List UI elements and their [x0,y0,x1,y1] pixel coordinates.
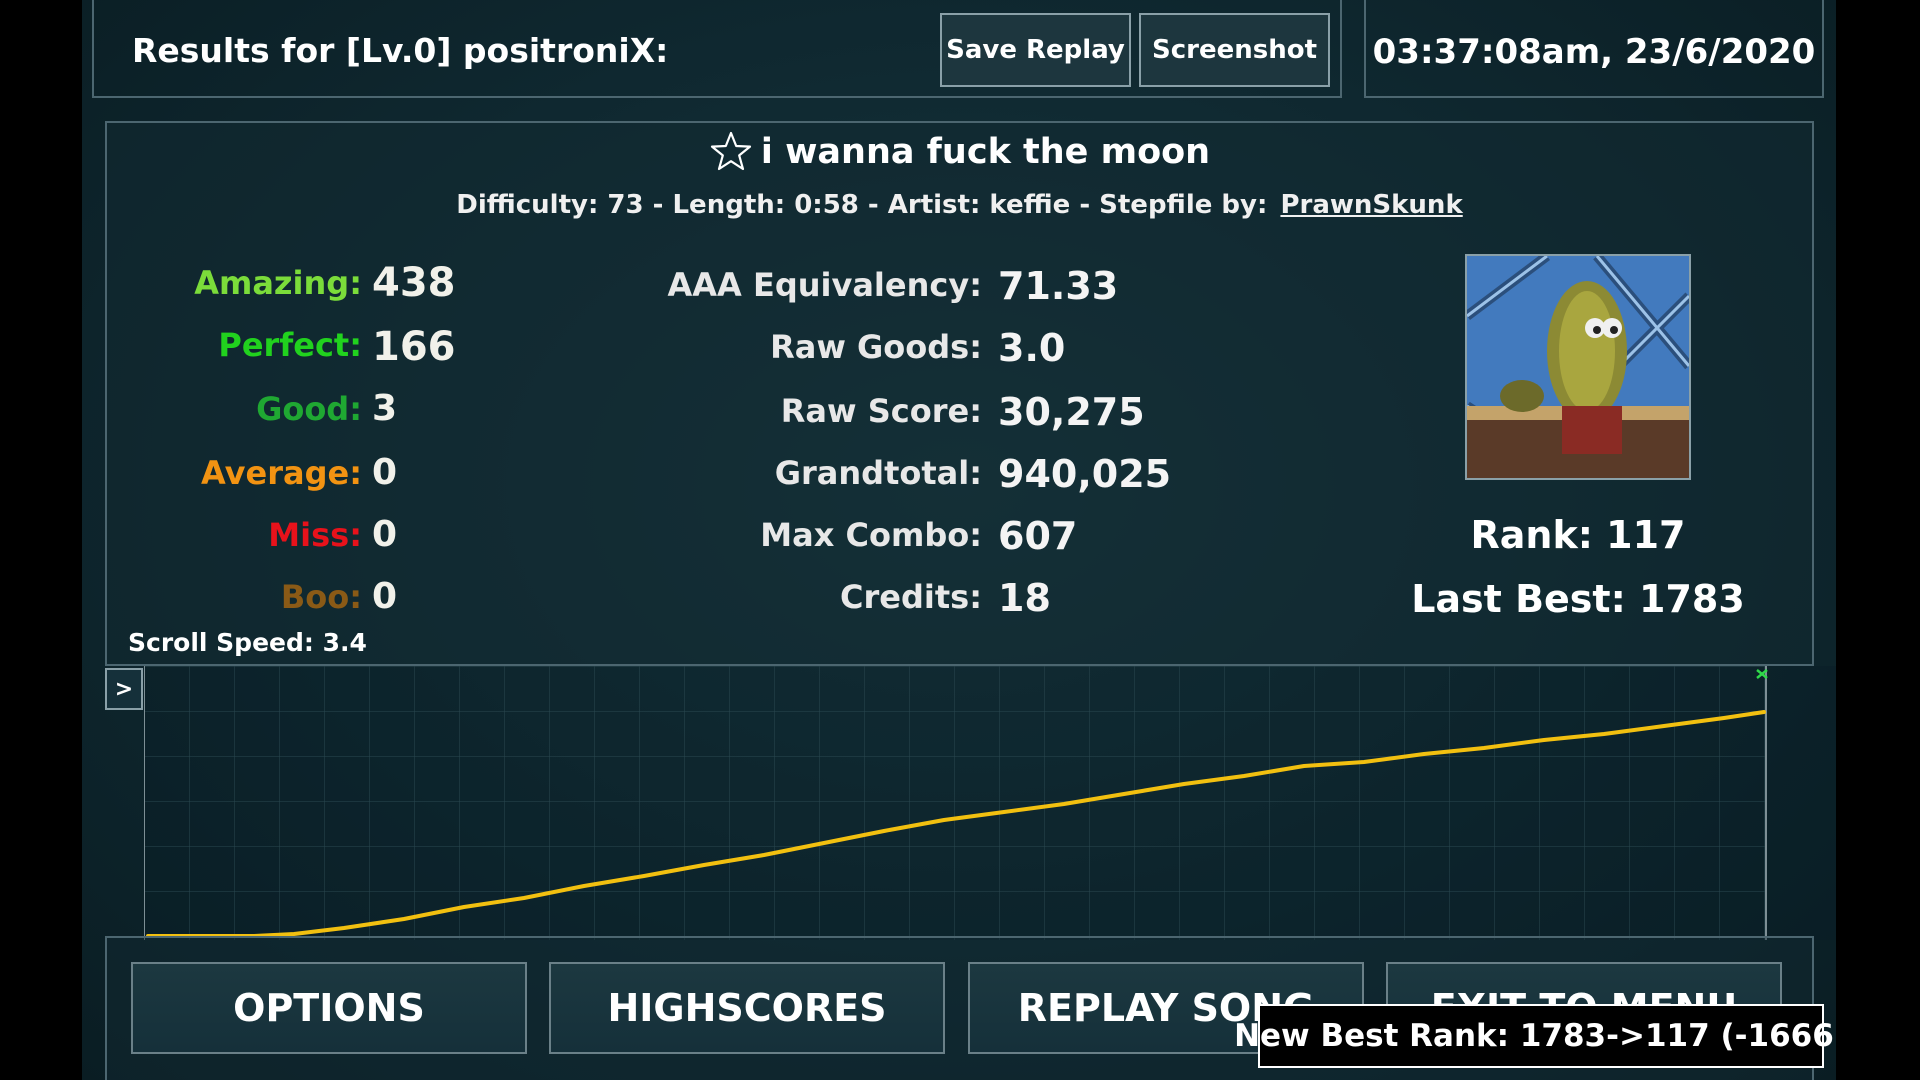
results-screen: Results for [Lv.0] positroniX: Save Repl… [82,0,1836,1080]
boo-value: 0 [372,576,398,617]
graph-toggle-button[interactable]: > [105,668,143,710]
last-best-text: Last Best: 1783 [1411,577,1745,621]
perfect-value: 166 [372,324,456,370]
aaa-equivalency-label: AAA Equivalency: [667,266,982,304]
amazing-value: 438 [372,260,456,306]
boo-label: Boo: [280,578,362,616]
stepfile-author-link[interactable]: PrawnSkunk [1280,190,1462,220]
perfect-label: Perfect: [218,326,362,364]
raw-score-label: Raw Score: [780,392,982,430]
average-label: Average: [201,454,362,492]
average-value: 0 [372,452,398,493]
grandtotal-value: 940,025 [998,452,1172,496]
max-combo-label: Max Combo: [760,516,982,554]
max-combo-value: 607 [998,514,1078,558]
star-outline-icon[interactable] [709,130,753,174]
avatar-image [1467,256,1689,478]
credits-label: Credits: [840,578,982,616]
song-title: i wanna fuck the moon [760,132,1211,172]
screenshot-button[interactable]: Screenshot [1139,13,1330,87]
raw-score-value: 30,275 [998,390,1145,434]
rank-text: Rank: 117 [1470,513,1686,557]
miss-label: Miss: [268,516,362,554]
song-title-row: i wanna fuck the moon [105,130,1814,174]
good-label: Good: [256,390,362,428]
song-meta: Difficulty: 73 - Length: 0:58 - Artist: … [456,190,1268,220]
aaa-equivalency-value: 71.33 [998,264,1119,308]
raw-goods-label: Raw Goods: [770,328,982,366]
amazing-label: Amazing: [194,264,362,302]
grandtotal-label: Grandtotal: [774,454,982,492]
highscores-button[interactable]: HIGHSCORES [549,962,945,1054]
timestamp: 03:37:08am, 23/6/2020 [1372,32,1816,72]
raw-goods-value: 3.0 [998,326,1066,370]
avatar[interactable] [1465,254,1691,480]
scroll-speed: Scroll Speed: 3.4 [128,628,367,657]
good-value: 3 [372,388,398,429]
accuracy-graph [144,666,1836,940]
song-meta-row: Difficulty: 73 - Length: 0:58 - Artist: … [105,190,1814,220]
stats-list: AAA Equivalency: 71.33 Raw Goods: 3.0 Ra… [582,262,1282,642]
new-best-rank-toast: New Best Rank: 1783->117 (-1666) [1234,1004,1836,1068]
save-replay-button[interactable]: Save Replay [940,13,1131,87]
credits-value: 18 [998,576,1051,620]
results-title: Results for [Lv.0] positroniX: [132,31,669,70]
miss-value: 0 [372,514,398,555]
options-button[interactable]: OPTIONS [131,962,527,1054]
